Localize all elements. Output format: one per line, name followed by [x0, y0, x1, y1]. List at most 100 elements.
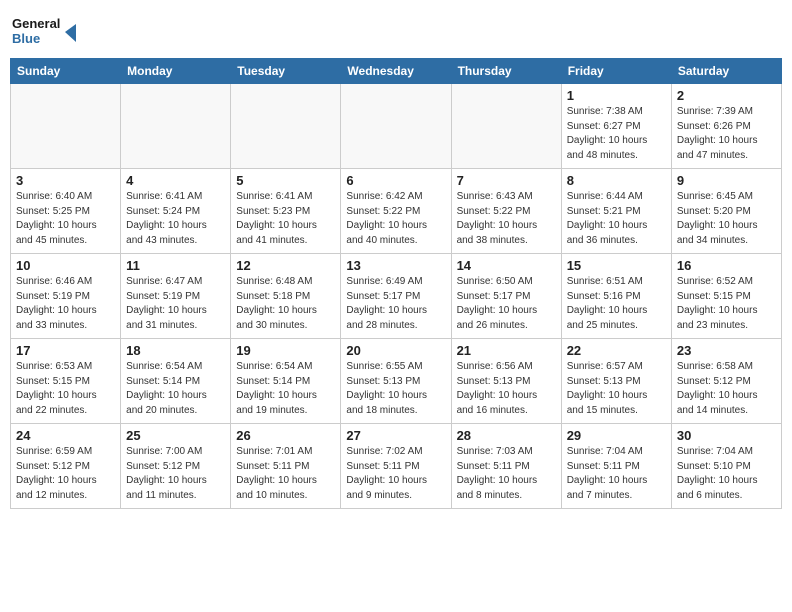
- day-info: Sunrise: 6:57 AMSunset: 5:13 PMDaylight:…: [567, 360, 666, 418]
- day-number: 22: [567, 343, 666, 358]
- day-info: Sunrise: 6:56 AMSunset: 5:13 PMDaylight:…: [457, 360, 556, 418]
- day-info: Sunrise: 6:41 AMSunset: 5:23 PMDaylight:…: [236, 190, 335, 248]
- weekday-header-friday: Friday: [561, 59, 671, 84]
- day-number: 15: [567, 258, 666, 273]
- day-info: Sunrise: 6:44 AMSunset: 5:21 PMDaylight:…: [567, 190, 666, 248]
- day-number: 9: [677, 173, 776, 188]
- day-info: Sunrise: 6:58 AMSunset: 5:12 PMDaylight:…: [677, 360, 776, 418]
- day-info: Sunrise: 7:04 AMSunset: 5:11 PMDaylight:…: [567, 445, 666, 503]
- calendar-cell: 7 Sunrise: 6:43 AMSunset: 5:22 PMDaylight…: [451, 169, 561, 254]
- calendar-cell: 26 Sunrise: 7:01 AMSunset: 5:11 PMDayligh…: [231, 424, 341, 509]
- calendar-cell: 10Sunrise: 6:46 AMSunset: 5:19 PMDayligh…: [11, 254, 121, 339]
- day-info: Sunrise: 7:04 AMSunset: 5:10 PMDaylight:…: [677, 445, 776, 503]
- day-info: Sunrise: 6:43 AMSunset: 5:22 PMDaylight:…: [457, 190, 556, 248]
- calendar-cell: 19 Sunrise: 6:54 AMSunset: 5:14 PMDayligh…: [231, 339, 341, 424]
- week-row-4: 17Sunrise: 6:53 AMSunset: 5:15 PMDayligh…: [11, 339, 782, 424]
- day-number: 23: [677, 343, 776, 358]
- calendar-cell: 29Sunrise: 7:04 AMSunset: 5:11 PMDayligh…: [561, 424, 671, 509]
- day-info: Sunrise: 7:02 AMSunset: 5:11 PMDaylight:…: [346, 445, 445, 503]
- day-number: 28: [457, 428, 556, 443]
- day-info: Sunrise: 7:01 AMSunset: 5:11 PMDaylight:…: [236, 445, 335, 503]
- calendar-cell: [121, 84, 231, 169]
- day-info: Sunrise: 6:54 AMSunset: 5:14 PMDaylight:…: [236, 360, 335, 418]
- day-number: 6: [346, 173, 445, 188]
- week-row-5: 24 Sunrise: 6:59 AMSunset: 5:12 PMDayligh…: [11, 424, 782, 509]
- day-info: Sunrise: 6:41 AMSunset: 5:24 PMDaylight:…: [126, 190, 225, 248]
- day-number: 21: [457, 343, 556, 358]
- day-number: 25: [126, 428, 225, 443]
- day-number: 8: [567, 173, 666, 188]
- day-info: Sunrise: 6:54 AMSunset: 5:14 PMDaylight:…: [126, 360, 225, 418]
- day-info: Sunrise: 7:38 AMSunset: 6:27 PMDaylight:…: [567, 105, 666, 163]
- day-number: 14: [457, 258, 556, 273]
- day-info: Sunrise: 6:55 AMSunset: 5:13 PMDaylight:…: [346, 360, 445, 418]
- calendar-cell: [231, 84, 341, 169]
- day-info: Sunrise: 6:59 AMSunset: 5:12 PMDaylight:…: [16, 445, 115, 503]
- day-number: 13: [346, 258, 445, 273]
- calendar-cell: 5 Sunrise: 6:41 AMSunset: 5:23 PMDaylight…: [231, 169, 341, 254]
- calendar-cell: [341, 84, 451, 169]
- day-info: Sunrise: 7:03 AMSunset: 5:11 PMDaylight:…: [457, 445, 556, 503]
- calendar-cell: [451, 84, 561, 169]
- day-number: 11: [126, 258, 225, 273]
- day-number: 26: [236, 428, 335, 443]
- day-number: 19: [236, 343, 335, 358]
- calendar-cell: 4Sunrise: 6:41 AMSunset: 5:24 PMDaylight…: [121, 169, 231, 254]
- weekday-header-monday: Monday: [121, 59, 231, 84]
- weekday-header-wednesday: Wednesday: [341, 59, 451, 84]
- calendar-cell: 25 Sunrise: 7:00 AMSunset: 5:12 PMDayligh…: [121, 424, 231, 509]
- day-info: Sunrise: 6:49 AMSunset: 5:17 PMDaylight:…: [346, 275, 445, 333]
- calendar-cell: 6 Sunrise: 6:42 AMSunset: 5:22 PMDaylight…: [341, 169, 451, 254]
- calendar-cell: 17Sunrise: 6:53 AMSunset: 5:15 PMDayligh…: [11, 339, 121, 424]
- day-info: Sunrise: 6:47 AMSunset: 5:19 PMDaylight:…: [126, 275, 225, 333]
- calendar-cell: 28 Sunrise: 7:03 AMSunset: 5:11 PMDayligh…: [451, 424, 561, 509]
- calendar-cell: 3Sunrise: 6:40 AMSunset: 5:25 PMDaylight…: [11, 169, 121, 254]
- day-number: 30: [677, 428, 776, 443]
- day-number: 18: [126, 343, 225, 358]
- day-number: 16: [677, 258, 776, 273]
- logo: General Blue: [10, 10, 80, 50]
- day-info: Sunrise: 6:48 AMSunset: 5:18 PMDaylight:…: [236, 275, 335, 333]
- calendar-table: SundayMondayTuesdayWednesdayThursdayFrid…: [10, 58, 782, 509]
- day-info: Sunrise: 6:42 AMSunset: 5:22 PMDaylight:…: [346, 190, 445, 248]
- day-info: Sunrise: 7:00 AMSunset: 5:12 PMDaylight:…: [126, 445, 225, 503]
- calendar-cell: 24 Sunrise: 6:59 AMSunset: 5:12 PMDayligh…: [11, 424, 121, 509]
- calendar-cell: 20 Sunrise: 6:55 AMSunset: 5:13 PMDayligh…: [341, 339, 451, 424]
- logo-svg: General Blue: [10, 10, 80, 50]
- day-info: Sunrise: 6:50 AMSunset: 5:17 PMDaylight:…: [457, 275, 556, 333]
- day-number: 17: [16, 343, 115, 358]
- calendar-cell: 2 Sunrise: 7:39 AMSunset: 6:26 PMDaylight…: [671, 84, 781, 169]
- week-row-3: 10Sunrise: 6:46 AMSunset: 5:19 PMDayligh…: [11, 254, 782, 339]
- day-number: 12: [236, 258, 335, 273]
- day-info: Sunrise: 6:40 AMSunset: 5:25 PMDaylight:…: [16, 190, 115, 248]
- weekday-header-saturday: Saturday: [671, 59, 781, 84]
- day-number: 5: [236, 173, 335, 188]
- calendar-cell: 13 Sunrise: 6:49 AMSunset: 5:17 PMDayligh…: [341, 254, 451, 339]
- svg-text:Blue: Blue: [12, 31, 40, 46]
- day-info: Sunrise: 6:51 AMSunset: 5:16 PMDaylight:…: [567, 275, 666, 333]
- day-number: 10: [16, 258, 115, 273]
- calendar-cell: 9 Sunrise: 6:45 AMSunset: 5:20 PMDaylight…: [671, 169, 781, 254]
- calendar-cell: 14 Sunrise: 6:50 AMSunset: 5:17 PMDayligh…: [451, 254, 561, 339]
- calendar-cell: 15 Sunrise: 6:51 AMSunset: 5:16 PMDayligh…: [561, 254, 671, 339]
- calendar-cell: 1 Sunrise: 7:38 AMSunset: 6:27 PMDaylight…: [561, 84, 671, 169]
- day-number: 20: [346, 343, 445, 358]
- calendar-cell: 30 Sunrise: 7:04 AMSunset: 5:10 PMDayligh…: [671, 424, 781, 509]
- weekday-header-tuesday: Tuesday: [231, 59, 341, 84]
- day-number: 7: [457, 173, 556, 188]
- calendar-cell: 27Sunrise: 7:02 AMSunset: 5:11 PMDayligh…: [341, 424, 451, 509]
- day-number: 24: [16, 428, 115, 443]
- day-number: 2: [677, 88, 776, 103]
- day-info: Sunrise: 6:45 AMSunset: 5:20 PMDaylight:…: [677, 190, 776, 248]
- calendar-cell: 22 Sunrise: 6:57 AMSunset: 5:13 PMDayligh…: [561, 339, 671, 424]
- calendar-cell: 18 Sunrise: 6:54 AMSunset: 5:14 PMDayligh…: [121, 339, 231, 424]
- calendar-cell: 11 Sunrise: 6:47 AMSunset: 5:19 PMDayligh…: [121, 254, 231, 339]
- day-info: Sunrise: 6:52 AMSunset: 5:15 PMDaylight:…: [677, 275, 776, 333]
- calendar-cell: 16 Sunrise: 6:52 AMSunset: 5:15 PMDayligh…: [671, 254, 781, 339]
- week-row-2: 3Sunrise: 6:40 AMSunset: 5:25 PMDaylight…: [11, 169, 782, 254]
- day-info: Sunrise: 7:39 AMSunset: 6:26 PMDaylight:…: [677, 105, 776, 163]
- calendar-cell: 23 Sunrise: 6:58 AMSunset: 5:12 PMDayligh…: [671, 339, 781, 424]
- day-number: 1: [567, 88, 666, 103]
- week-row-1: 1 Sunrise: 7:38 AMSunset: 6:27 PMDaylight…: [11, 84, 782, 169]
- weekday-header-row: SundayMondayTuesdayWednesdayThursdayFrid…: [11, 59, 782, 84]
